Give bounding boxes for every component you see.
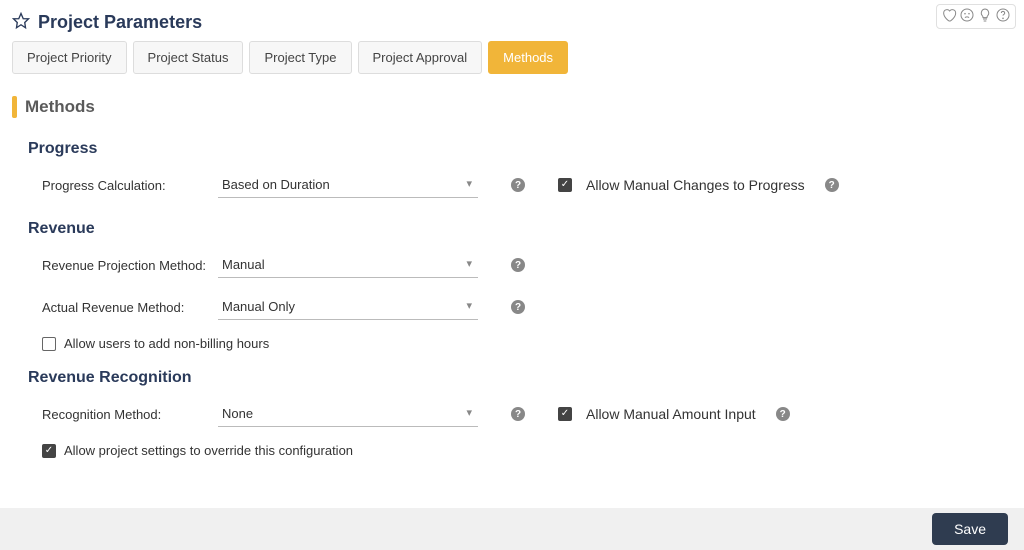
help-icon[interactable]: ? — [511, 178, 525, 192]
tab-project-type[interactable]: Project Type — [249, 41, 351, 74]
help-icon[interactable]: ? — [511, 258, 525, 272]
heart-icon[interactable] — [941, 7, 957, 26]
content-area: Progress Progress Calculation: Based on … — [0, 118, 1024, 468]
label-allow-manual-progress: Allow Manual Changes to Progress — [586, 177, 805, 193]
row-recognition-method: Recognition Method: None ? Allow Manual … — [42, 397, 996, 431]
help-icon[interactable]: ? — [511, 300, 525, 314]
lightbulb-icon[interactable] — [977, 7, 993, 26]
select-recognition-method[interactable]: None — [218, 401, 478, 427]
row-override-config: Allow project settings to override this … — [42, 443, 996, 458]
label-recognition-method: Recognition Method: — [42, 407, 218, 422]
section-header: Methods — [12, 96, 1024, 118]
checkbox-allow-manual-progress[interactable] — [558, 178, 572, 192]
row-revenue-projection: Revenue Projection Method: Manual ? — [42, 248, 996, 282]
footer-bar: Save — [0, 508, 1024, 550]
section-title: Methods — [25, 97, 95, 117]
select-actual-revenue[interactable]: Manual Only — [218, 294, 478, 320]
group-title-recognition: Revenue Recognition — [28, 369, 996, 387]
save-button[interactable]: Save — [932, 513, 1008, 545]
row-nonbilling-hours: Allow users to add non-billing hours — [42, 336, 996, 351]
tab-project-priority[interactable]: Project Priority — [12, 41, 127, 74]
label-actual-revenue: Actual Revenue Method: — [42, 300, 218, 315]
select-revenue-projection[interactable]: Manual — [218, 252, 478, 278]
help-icon[interactable]: ? — [511, 407, 525, 421]
checkbox-nonbilling-hours[interactable] — [42, 337, 56, 351]
tab-project-approval[interactable]: Project Approval — [358, 41, 483, 74]
label-allow-manual-amount: Allow Manual Amount Input — [586, 406, 756, 422]
group-title-progress: Progress — [28, 140, 996, 158]
top-utility-icons — [936, 4, 1016, 29]
sad-face-icon[interactable] — [959, 7, 975, 26]
select-progress-calc[interactable]: Based on Duration — [218, 172, 478, 198]
tab-methods[interactable]: Methods — [488, 41, 568, 74]
checkbox-override-config[interactable] — [42, 444, 56, 458]
help-icon[interactable]: ? — [825, 178, 839, 192]
label-progress-calc: Progress Calculation: — [42, 178, 218, 193]
row-actual-revenue: Actual Revenue Method: Manual Only ? — [42, 290, 996, 324]
tab-project-status[interactable]: Project Status — [133, 41, 244, 74]
page-title: Project Parameters — [38, 12, 202, 33]
section-accent-bar — [12, 96, 17, 118]
label-override-config: Allow project settings to override this … — [64, 443, 353, 458]
star-icon[interactable] — [12, 12, 30, 33]
help-icon[interactable]: ? — [776, 407, 790, 421]
label-nonbilling-hours: Allow users to add non-billing hours — [64, 336, 269, 351]
row-progress-calculation: Progress Calculation: Based on Duration … — [42, 168, 996, 202]
help-circle-icon[interactable] — [995, 7, 1011, 26]
label-revenue-projection: Revenue Projection Method: — [42, 258, 218, 273]
checkbox-allow-manual-amount[interactable] — [558, 407, 572, 421]
page-header: Project Parameters — [0, 0, 1024, 41]
group-title-revenue: Revenue — [28, 220, 996, 238]
tab-bar: Project Priority Project Status Project … — [0, 41, 1024, 74]
